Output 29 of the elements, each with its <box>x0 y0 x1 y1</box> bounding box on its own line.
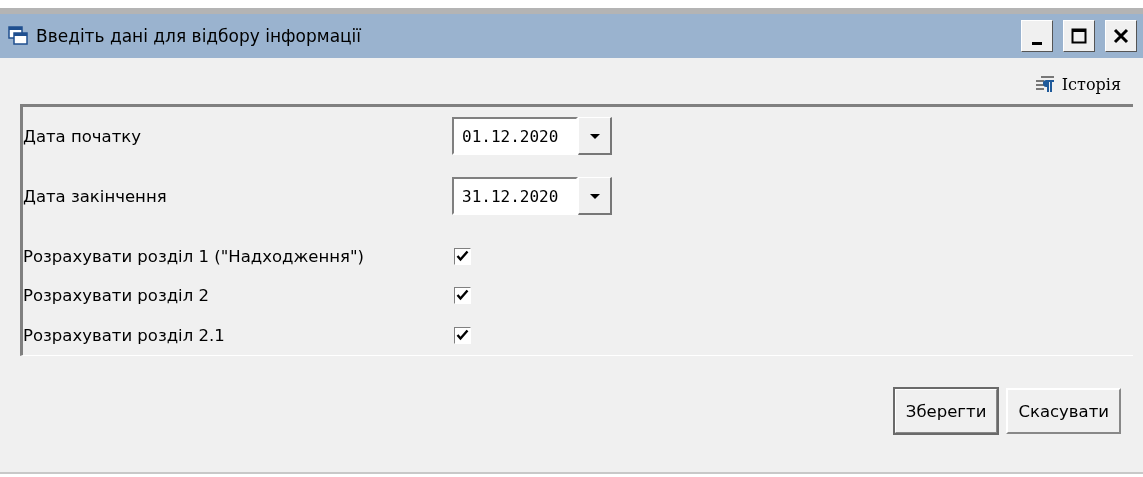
close-button[interactable] <box>1105 20 1137 52</box>
maximize-button[interactable] <box>1063 20 1095 52</box>
caret-icon <box>588 131 601 140</box>
window-icon <box>8 26 28 46</box>
checkbox[interactable] <box>454 287 471 305</box>
checkmark-icon <box>456 250 469 264</box>
field-label: Розрахувати розділ 2.1 <box>23 325 226 345</box>
maximize-icon <box>1071 28 1087 44</box>
field-label: Розрахувати розділ 1 ("Надходження") <box>23 247 365 267</box>
dialog-button[interactable]: Зберегти <box>893 388 999 434</box>
date-field[interactable]: 01.12.2020 <box>452 117 578 155</box>
field-label: Дата закінчення <box>23 186 168 206</box>
history-link[interactable]: Історія <box>1061 74 1121 94</box>
dropdown-button[interactable] <box>578 117 612 155</box>
window-title: Введіть дані для відбору інформації <box>36 26 363 46</box>
close-icon <box>1113 28 1129 44</box>
minimize-icon <box>1032 41 1042 45</box>
checkmark-icon <box>456 289 469 303</box>
dialog-button[interactable]: Скасувати <box>1006 388 1121 434</box>
list-icon[interactable] <box>1035 76 1056 92</box>
checkmark-icon <box>456 328 469 342</box>
date-field[interactable]: 31.12.2020 <box>452 177 578 215</box>
checkbox[interactable] <box>454 248 471 266</box>
checkbox[interactable] <box>454 326 471 344</box>
minimize-button[interactable] <box>1021 20 1053 52</box>
field-label: Дата початку <box>23 126 143 146</box>
dropdown-button[interactable] <box>578 177 612 215</box>
field-label: Розрахувати розділ 2 <box>23 286 210 306</box>
caret-icon <box>588 191 601 200</box>
